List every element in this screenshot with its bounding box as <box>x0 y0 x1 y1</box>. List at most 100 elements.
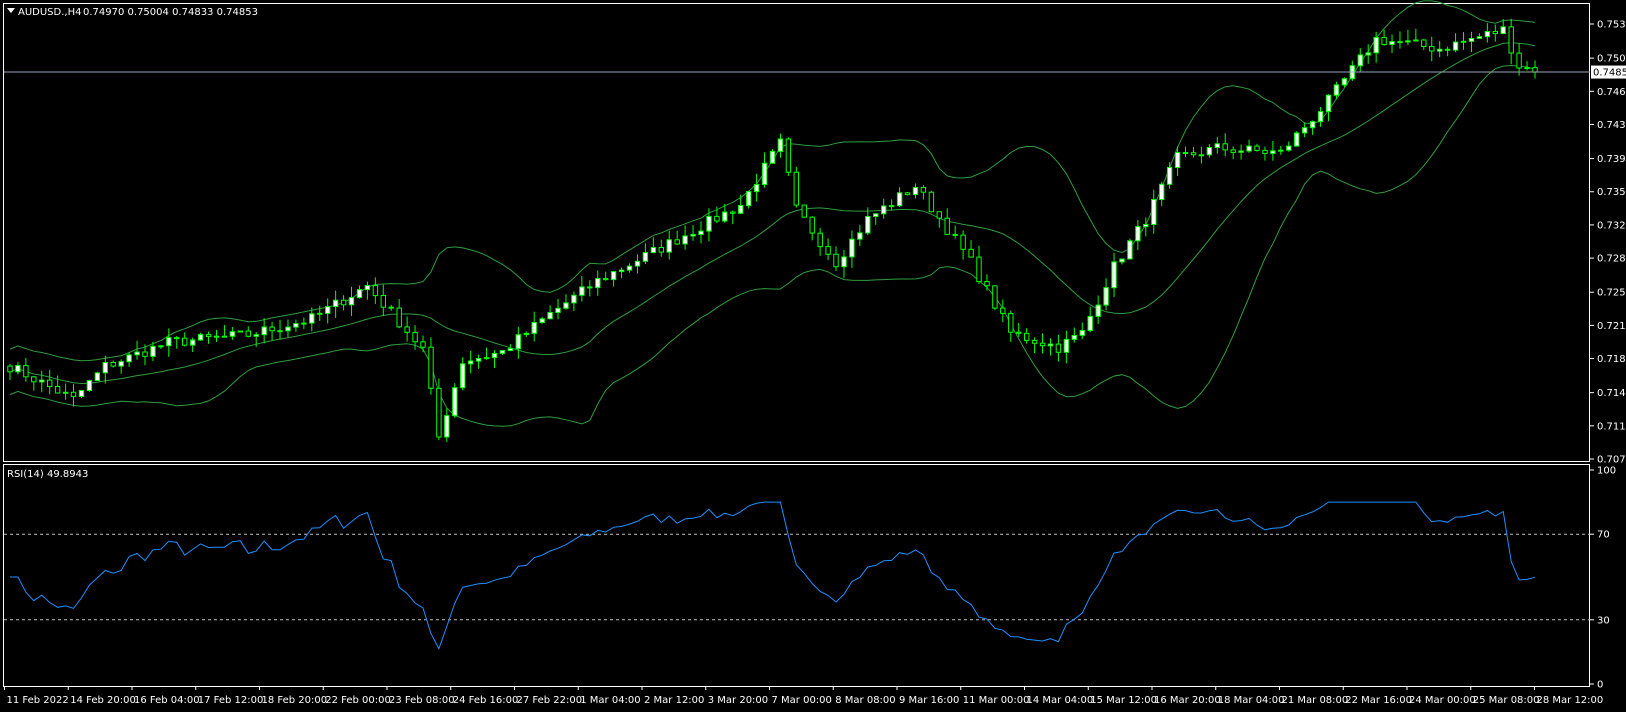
candle-body <box>7 365 13 373</box>
candle-body <box>197 334 204 341</box>
candle-body <box>1000 307 1006 314</box>
time-tick-label: 24 Feb 16:00 <box>453 695 519 706</box>
candle-body <box>1413 39 1419 42</box>
candle-body <box>54 386 61 394</box>
time-tick-label: 22 Mar 16:00 <box>1345 695 1412 706</box>
candle-body <box>1333 84 1340 96</box>
candle-body <box>626 265 633 271</box>
candle-body <box>1055 343 1062 353</box>
candle-body <box>944 217 950 235</box>
candle-body <box>833 253 839 268</box>
candle-body <box>1524 67 1530 70</box>
candle-body <box>579 286 585 296</box>
candle-body <box>1047 343 1054 347</box>
candle-body <box>1024 332 1030 341</box>
candle-body <box>610 271 617 281</box>
candle-body <box>205 334 212 338</box>
price-tick-label: 0.74650 <box>1597 87 1626 98</box>
candle-body <box>928 191 935 213</box>
time-tick-label: 14 Mar 04:00 <box>1027 695 1094 706</box>
candle-body <box>1476 36 1483 39</box>
candle-body <box>380 295 387 308</box>
candle-body <box>253 334 259 337</box>
candle-body <box>992 285 998 309</box>
time-tick-label: 15 Mar 12:00 <box>1090 695 1157 706</box>
candle-body <box>936 211 942 219</box>
candle-body <box>674 239 680 245</box>
candle-body <box>825 246 831 255</box>
candle-body <box>86 380 93 392</box>
candle-body <box>285 326 291 332</box>
time-tick-label: 2 Mar 12:00 <box>644 695 704 706</box>
candle-body <box>896 192 903 207</box>
time-tick-label: 25 Mar 08:00 <box>1473 695 1540 706</box>
candle-body <box>777 138 784 152</box>
candle-body <box>666 239 672 253</box>
candle-body <box>1103 287 1109 306</box>
candle-body <box>1238 150 1244 153</box>
candle-body <box>158 345 164 348</box>
time-tick-label: 8 Mar 08:00 <box>835 695 895 706</box>
candle-body <box>1309 121 1316 129</box>
candle-body <box>428 346 434 389</box>
price-tick-label: 0.75360 <box>1597 20 1626 31</box>
candle-body <box>1182 152 1189 154</box>
candle-body <box>873 213 879 218</box>
candle-body <box>364 285 371 291</box>
rsi-tick-label: 0 <box>1597 680 1603 691</box>
candle-body <box>920 187 927 193</box>
candle-body <box>174 337 180 340</box>
time-tick-label: 14 Feb 20:00 <box>70 695 136 706</box>
candle-body <box>190 339 196 346</box>
candle-body <box>372 285 379 297</box>
candle-body <box>761 162 768 186</box>
candle-body <box>1325 94 1332 112</box>
candle-body <box>293 323 299 328</box>
chart-canvas: 0.75360 0.75000 0.74650 0.74300 0.73940 0.735… <box>0 0 1626 712</box>
candle-body <box>460 363 466 389</box>
candle-body <box>277 330 283 333</box>
time-tick-label: 9 Mar 16:00 <box>899 695 959 706</box>
candle-body <box>785 138 792 173</box>
candle-body <box>793 171 799 206</box>
candle-body <box>801 204 807 218</box>
candle-body <box>1119 258 1125 263</box>
candle-body <box>62 391 69 394</box>
price-tick-label: 0.72530 <box>1597 288 1626 299</box>
candle-body <box>1460 40 1467 43</box>
candle-body <box>348 297 355 306</box>
rsi-tick-label: 70 <box>1597 530 1610 541</box>
candle-body <box>571 294 577 304</box>
price-tick-label: 0.74300 <box>1597 120 1626 131</box>
candle-body <box>952 233 958 236</box>
candle-body <box>1317 111 1324 123</box>
price-tick-label: 0.73940 <box>1597 154 1626 165</box>
candle-body <box>563 302 569 309</box>
candle-body <box>1111 261 1117 289</box>
candle-body <box>1373 37 1379 54</box>
candle-body <box>150 345 156 357</box>
candle-body <box>1294 132 1300 147</box>
time-tick-label: 3 Mar 20:00 <box>708 695 768 706</box>
candle-body <box>1087 315 1093 331</box>
candle-body <box>1135 226 1141 242</box>
candle-body <box>15 365 21 373</box>
candle-body <box>587 286 593 289</box>
candle-body <box>1444 48 1451 51</box>
candle-body <box>1222 143 1228 151</box>
candle-body <box>595 278 601 289</box>
candle-body <box>325 306 331 314</box>
candle-body <box>507 348 514 352</box>
candle-body <box>547 312 553 320</box>
candle-body <box>841 256 847 268</box>
price-tick-label: 0.71120 <box>1597 421 1626 432</box>
candle-body <box>39 379 45 383</box>
price-tick-label: 0.71470 <box>1597 388 1626 399</box>
candle-body <box>1405 40 1411 43</box>
time-tick-label: 17 Feb 12:00 <box>198 695 264 706</box>
candle-body <box>746 191 752 207</box>
price-tick-label: 0.72890 <box>1597 254 1626 265</box>
candle-body <box>976 256 982 283</box>
candle-body <box>968 248 974 258</box>
candle-body <box>1246 145 1252 152</box>
